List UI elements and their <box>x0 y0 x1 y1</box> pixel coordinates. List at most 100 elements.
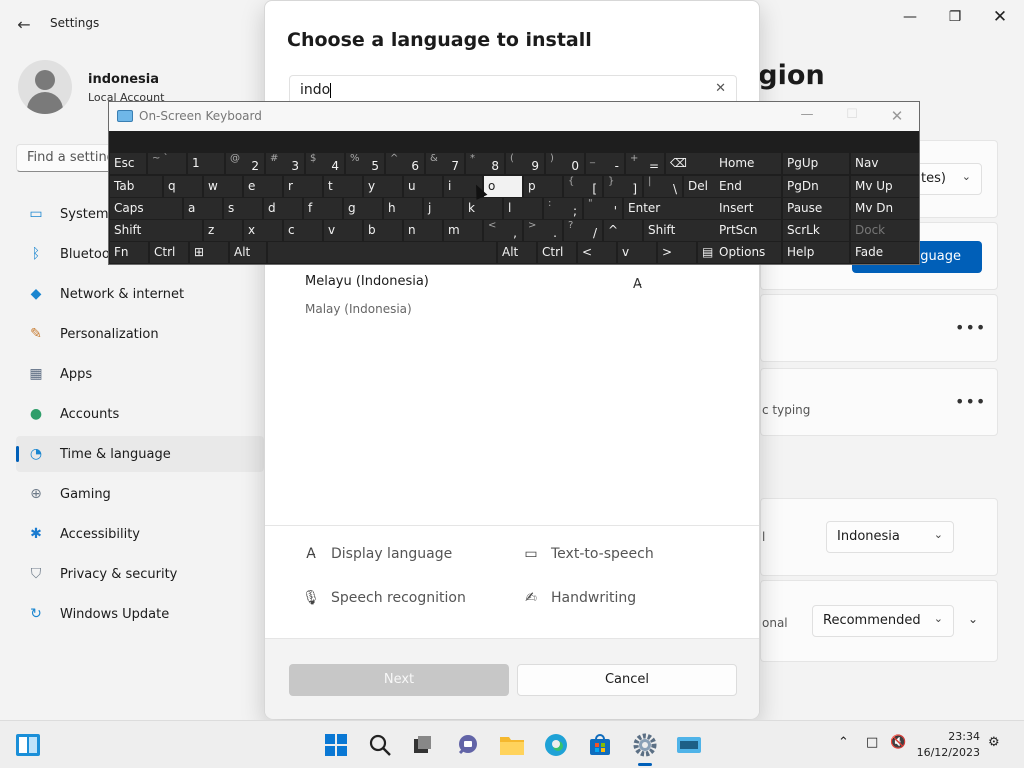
osk-key[interactable]: ⊞ <box>190 242 228 263</box>
osk-key[interactable]: v <box>618 242 656 263</box>
osk-nav-key[interactable]: Pause <box>783 198 849 219</box>
osk-key[interactable]: ? / <box>564 220 602 241</box>
osk-key[interactable]: _ - <box>586 153 624 174</box>
osk-nav-key[interactable]: End <box>715 176 781 197</box>
osk-key[interactable]: m <box>444 220 482 241</box>
sidebar-item-privacy-security[interactable]: ⛉ Privacy & security <box>16 556 264 592</box>
osk-key[interactable]: b <box>364 220 402 241</box>
osk-key[interactable]: w <box>204 176 242 197</box>
osk-key[interactable]: f <box>304 198 342 219</box>
osk-key[interactable]: % 5 <box>346 153 384 174</box>
more-options-icon-2[interactable]: ••• <box>955 392 986 411</box>
country-dropdown[interactable]: Indonesia ⌄ <box>826 521 954 553</box>
language-result-item[interactable]: Melayu (Indonesia) Malay (Indonesia) A̵ <box>289 267 737 327</box>
clock[interactable]: 23:34 16/12/2023 <box>917 729 980 761</box>
osk-key[interactable]: ~ ` <box>148 153 186 174</box>
osk-key[interactable]: v <box>324 220 362 241</box>
osk-key[interactable] <box>268 242 496 263</box>
avatar[interactable] <box>18 60 72 114</box>
osk-nav-key[interactable]: PgUp <box>783 153 849 174</box>
clear-icon[interactable]: ✕ <box>715 81 726 96</box>
osk-key[interactable]: Caps <box>110 198 182 219</box>
osk-key[interactable]: {[ <box>564 176 602 197</box>
osk-key[interactable]: d <box>264 198 302 219</box>
osk-key[interactable]: #3 <box>266 153 304 174</box>
osk-key[interactable]: Alt <box>498 242 536 263</box>
back-arrow-icon[interactable]: ← <box>12 12 36 36</box>
search-icon[interactable] <box>364 729 396 761</box>
osk-key[interactable]: y <box>364 176 402 197</box>
settings-icon[interactable] <box>629 729 661 761</box>
osk-key[interactable]: j <box>424 198 462 219</box>
osk-nav-key[interactable]: Nav <box>851 153 919 174</box>
volume-muted-icon[interactable]: 🔇 <box>890 735 906 750</box>
osk-key[interactable]: Esc <box>110 153 146 174</box>
osk-key[interactable]: l <box>504 198 542 219</box>
osk-key[interactable]: & 7 <box>426 153 464 174</box>
osk-nav-key[interactable]: Options <box>715 242 781 263</box>
osk-key[interactable]: x <box>244 220 282 241</box>
osk-nav-key[interactable]: Fade <box>851 242 919 263</box>
task-view-icon[interactable] <box>406 729 438 761</box>
osk-minimize-button[interactable]: — <box>792 107 822 125</box>
sidebar-item-personalization[interactable]: ✎ Personalization <box>16 316 264 352</box>
osk-key[interactable]: Alt <box>230 242 266 263</box>
edge-icon[interactable] <box>540 729 572 761</box>
osk-key[interactable]: p <box>524 176 562 197</box>
osk-key[interactable]: :; <box>544 198 582 219</box>
osk-key[interactable]: o <box>484 176 522 197</box>
osk-key[interactable]: r <box>284 176 322 197</box>
osk-key[interactable]: (9 <box>506 153 544 174</box>
sidebar-item-accessibility[interactable]: ✱ Accessibility <box>16 516 264 552</box>
osk-key[interactable]: @2 <box>226 153 264 174</box>
osk-key[interactable]: ^ <box>604 220 642 241</box>
osk-key[interactable]: * 8 <box>466 153 504 174</box>
close-button[interactable]: ✕ <box>978 6 1022 28</box>
sidebar-item-gaming[interactable]: ⊕ Gaming <box>16 476 264 512</box>
notification-icon[interactable]: ⚙ <box>988 735 1000 750</box>
osk-key[interactable]: $4 <box>306 153 344 174</box>
osk-key[interactable]: Shift <box>110 220 202 241</box>
osk-nav-key[interactable]: ScrLk <box>783 220 849 241</box>
osk-nav-key[interactable]: Mv Up <box>851 176 919 197</box>
sidebar-item-network-internet[interactable]: ◆ Network & internet <box>16 276 264 312</box>
osk-key[interactable]: >. <box>524 220 562 241</box>
osk-key[interactable]: ) 0 <box>546 153 584 174</box>
cancel-button[interactable]: Cancel <box>517 664 737 696</box>
osk-key[interactable]: Ctrl <box>538 242 576 263</box>
expand-chevron-icon[interactable]: ⌄ <box>968 612 978 626</box>
osk-key[interactable]: Fn <box>110 242 148 263</box>
osk-key[interactable]: < <box>578 242 616 263</box>
osk-key[interactable]: <, <box>484 220 522 241</box>
osk-nav-key[interactable]: Mv Dn <box>851 198 919 219</box>
osk-nav-key[interactable]: PrtScn <box>715 220 781 241</box>
sidebar-item-time-language[interactable]: ◔ Time & language <box>16 436 264 472</box>
osk-close-button[interactable]: ✕ <box>882 107 912 125</box>
sidebar-item-apps[interactable]: ▦ Apps <box>16 356 264 392</box>
osk-key[interactable]: Ctrl <box>150 242 188 263</box>
teams-chat-icon[interactable] <box>452 729 484 761</box>
more-options-icon[interactable]: ••• <box>955 318 986 337</box>
store-icon[interactable] <box>584 729 616 761</box>
osk-nav-key[interactable]: PgDn <box>783 176 849 197</box>
network-icon[interactable]: □ <box>866 735 878 750</box>
minimize-button[interactable]: — <box>888 6 932 28</box>
osk-key[interactable]: c <box>284 220 322 241</box>
osk-key[interactable]: }] <box>604 176 642 197</box>
chevron-up-icon[interactable]: ⌃ <box>838 735 849 750</box>
osk-key[interactable]: z <box>204 220 242 241</box>
osk-key[interactable]: s <box>224 198 262 219</box>
osk-key[interactable]: ^ 6 <box>386 153 424 174</box>
osk-key[interactable]: a <box>184 198 222 219</box>
osk-key[interactable]: t <box>324 176 362 197</box>
osk-key[interactable]: h <box>384 198 422 219</box>
osk-key[interactable]: | \ <box>644 176 682 197</box>
osk-key[interactable]: n <box>404 220 442 241</box>
osk-icon[interactable] <box>673 729 705 761</box>
osk-key[interactable]: k <box>464 198 502 219</box>
osk-key[interactable]: + = <box>626 153 664 174</box>
next-button[interactable]: Next <box>289 664 509 696</box>
osk-key[interactable]: g <box>344 198 382 219</box>
sidebar-item-accounts[interactable]: ● Accounts <box>16 396 264 432</box>
osk-key[interactable]: u <box>404 176 442 197</box>
